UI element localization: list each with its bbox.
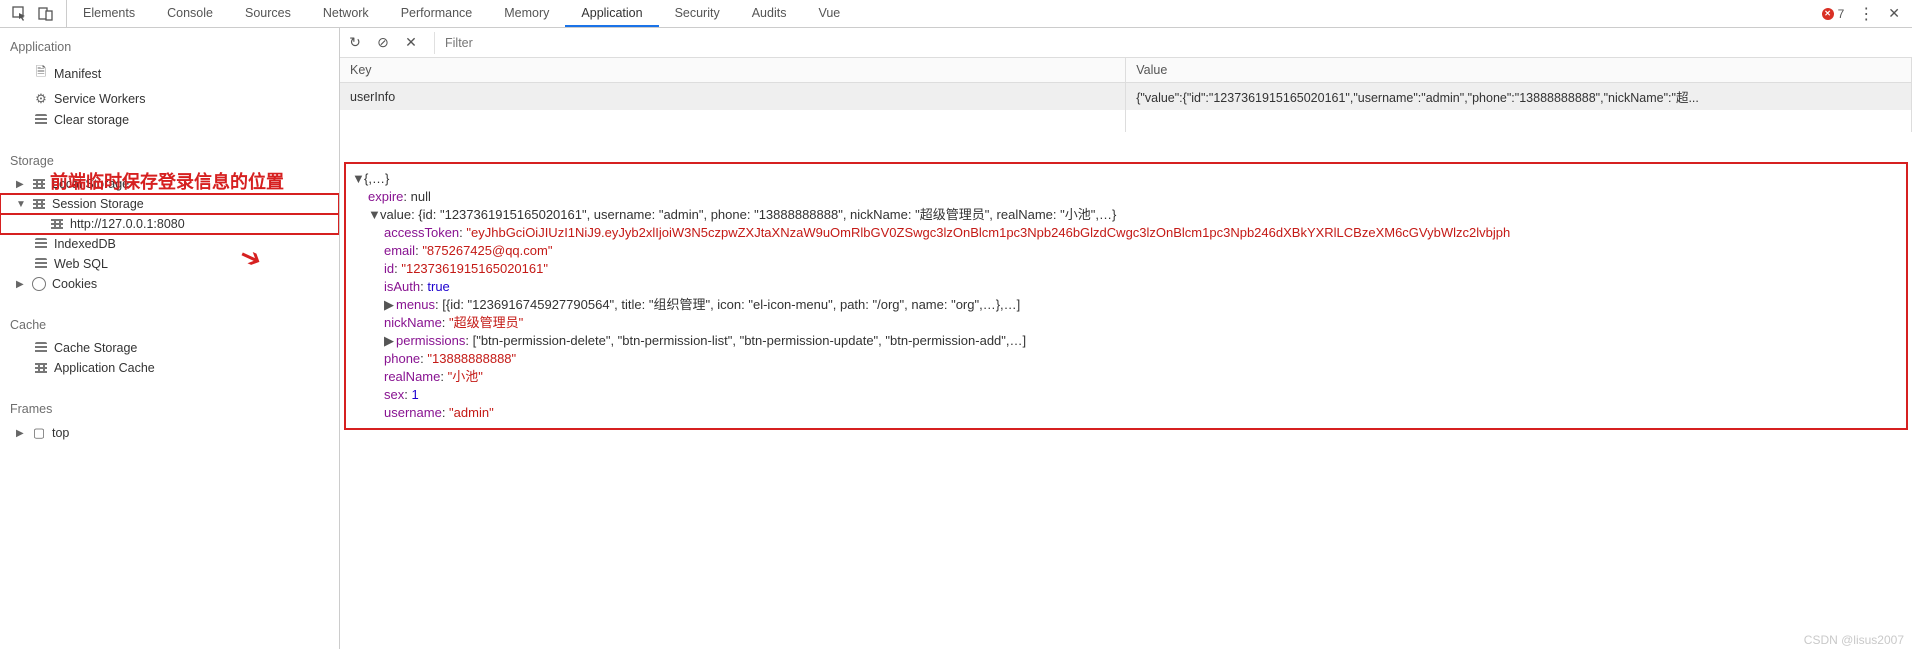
top-right-controls: ✕ 7 ⋮ ✕ <box>1822 4 1908 24</box>
label: Session Storage <box>52 197 144 211</box>
label: Cache Storage <box>54 341 137 355</box>
local-storage-icon <box>32 179 46 189</box>
error-icon: ✕ <box>1822 8 1834 20</box>
delete-icon[interactable]: ✕ <box>402 34 420 51</box>
table-row-empty[interactable] <box>340 110 1912 132</box>
storage-table: Key Value userInfo {"value":{"id":"12373… <box>340 58 1912 132</box>
device-toolbar-icon[interactable] <box>38 6 54 22</box>
detail-line[interactable]: phone: "13888888888" <box>352 350 1900 368</box>
group-frames: Frames <box>0 396 339 422</box>
detail-line[interactable]: username: "admin" <box>352 404 1900 422</box>
application-sidebar: Application 🗎 Manifest ⚙ Service Workers… <box>0 28 340 649</box>
sidebar-item-session-storage[interactable]: ▼ Session Storage <box>0 194 339 214</box>
clear-storage-icon <box>34 114 48 126</box>
label: IndexedDB <box>54 237 116 251</box>
watermark: CSDN @lisus2007 <box>1804 633 1904 647</box>
label: Clear storage <box>54 113 129 127</box>
sidebar-item-local-storage[interactable]: ▶ Local Storage <box>0 174 339 194</box>
sidebar-item-session-origin[interactable]: http://127.0.0.1:8080 <box>0 214 339 234</box>
detail-line[interactable]: expire: null <box>352 188 1900 206</box>
detail-line[interactable]: ▶menus: [{id: "1236916745927790564", tit… <box>352 296 1900 314</box>
detail-line[interactable]: email: "875267425@qq.com" <box>352 242 1900 260</box>
frame-icon: ▢ <box>32 425 46 441</box>
sidebar-item-manifest[interactable]: 🗎 Manifest <box>0 60 339 88</box>
error-badge[interactable]: ✕ 7 <box>1822 7 1845 21</box>
inspect-element-icon[interactable] <box>12 6 28 22</box>
tab-sources[interactable]: Sources <box>229 0 307 27</box>
filter-input[interactable] <box>434 32 1906 54</box>
panel-tabs: Elements Console Sources Network Perform… <box>67 0 856 27</box>
label: http://127.0.0.1:8080 <box>70 217 185 231</box>
error-count: 7 <box>1838 7 1845 21</box>
manifest-icon: 🗎 <box>34 63 48 85</box>
storage-panel: ↻ ⊘ ✕ Key Value userInfo {"value":{"id":… <box>340 28 1912 649</box>
session-storage-icon <box>32 199 46 209</box>
sidebar-item-cookies[interactable]: ▶ Cookies <box>0 274 339 294</box>
tab-network[interactable]: Network <box>307 0 385 27</box>
cell-value: {"value":{"id":"1237361915165020161","us… <box>1126 83 1912 111</box>
close-devtools-icon[interactable]: ✕ <box>1888 5 1900 22</box>
label: top <box>52 426 69 440</box>
group-application: Application <box>0 34 339 60</box>
table-header-row: Key Value <box>340 58 1912 83</box>
tab-application[interactable]: Application <box>565 0 658 27</box>
storage-toolbar: ↻ ⊘ ✕ <box>340 28 1912 58</box>
application-cache-icon <box>34 363 48 373</box>
tab-elements[interactable]: Elements <box>67 0 151 27</box>
tab-vue[interactable]: Vue <box>802 0 856 27</box>
websql-icon <box>34 258 48 270</box>
main: Application 🗎 Manifest ⚙ Service Workers… <box>0 28 1912 649</box>
refresh-icon[interactable]: ↻ <box>346 34 364 51</box>
detail-line[interactable]: nickName: "超级管理员" <box>352 314 1900 332</box>
service-workers-icon: ⚙ <box>34 91 48 107</box>
detail-line[interactable]: realName: "小池" <box>352 368 1900 386</box>
value-detail-pane: ▼{,…} expire: null ▼value: {id: "1237361… <box>344 162 1908 430</box>
label: Application Cache <box>54 361 155 375</box>
devtools-tab-bar: Elements Console Sources Network Perform… <box>0 0 1912 28</box>
tab-console[interactable]: Console <box>151 0 229 27</box>
sidebar-item-clear-storage[interactable]: Clear storage <box>0 110 339 130</box>
col-key[interactable]: Key <box>340 58 1126 83</box>
chevron-right-icon: ▶ <box>16 428 26 439</box>
detail-line[interactable]: isAuth: true <box>352 278 1900 296</box>
more-menu-icon[interactable]: ⋮ <box>1858 4 1874 24</box>
group-storage: Storage <box>0 148 339 174</box>
detail-line[interactable]: ▼{,…} <box>352 170 1900 188</box>
col-value[interactable]: Value <box>1126 58 1912 83</box>
sidebar-item-indexeddb[interactable]: IndexedDB <box>0 234 339 254</box>
detail-line[interactable]: id: "1237361915165020161" <box>352 260 1900 278</box>
chevron-down-icon: ▼ <box>16 199 26 210</box>
sidebar-item-application-cache[interactable]: Application Cache <box>0 358 339 378</box>
sidebar-item-service-workers[interactable]: ⚙ Service Workers <box>0 88 339 110</box>
label: Manifest <box>54 67 101 81</box>
label: Local Storage <box>52 177 129 191</box>
inspect-controls <box>4 0 67 27</box>
detail-line[interactable]: accessToken: "eyJhbGciOiJIUzI1NiJ9.eyJyb… <box>352 224 1900 242</box>
tab-security[interactable]: Security <box>659 0 736 27</box>
chevron-right-icon: ▶ <box>16 179 26 190</box>
indexeddb-icon <box>34 238 48 250</box>
tab-performance[interactable]: Performance <box>385 0 489 27</box>
chevron-right-icon: ▶ <box>16 279 26 290</box>
cookies-icon <box>32 277 46 291</box>
label: Service Workers <box>54 92 145 106</box>
sidebar-item-cache-storage[interactable]: Cache Storage <box>0 338 339 358</box>
cache-storage-icon <box>34 342 48 354</box>
clear-icon[interactable]: ⊘ <box>374 34 392 51</box>
cell-key: userInfo <box>340 83 1126 111</box>
sidebar-item-top-frame[interactable]: ▶ ▢ top <box>0 422 339 444</box>
label: Cookies <box>52 277 97 291</box>
group-cache: Cache <box>0 312 339 338</box>
label: Web SQL <box>54 257 108 271</box>
tab-audits[interactable]: Audits <box>736 0 803 27</box>
detail-line[interactable]: sex: 1 <box>352 386 1900 404</box>
origin-icon <box>50 219 64 229</box>
detail-line[interactable]: ▶permissions: ["btn-permission-delete", … <box>352 332 1900 350</box>
detail-line[interactable]: ▼value: {id: "1237361915165020161", user… <box>352 206 1900 224</box>
tab-memory[interactable]: Memory <box>488 0 565 27</box>
sidebar-item-websql[interactable]: Web SQL <box>0 254 339 274</box>
table-row[interactable]: userInfo {"value":{"id":"123736191516502… <box>340 83 1912 111</box>
